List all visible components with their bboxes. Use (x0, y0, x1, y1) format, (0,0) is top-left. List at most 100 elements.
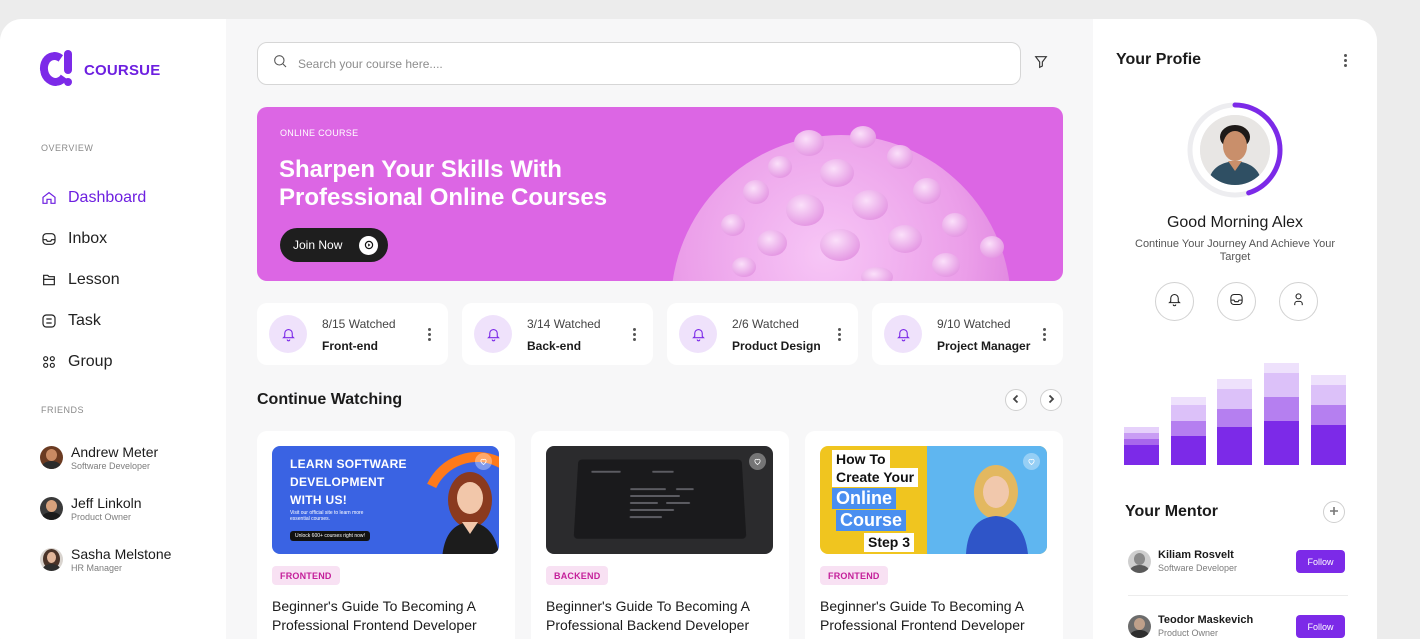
course-list: LEARN SOFTWARE DEVELOPMENT WITH US! Visi… (257, 431, 1063, 639)
profile-actions (1155, 282, 1318, 321)
avatar (1200, 115, 1270, 185)
plus-icon (1329, 503, 1339, 521)
sidebar-item-lesson[interactable]: Lesson (40, 259, 146, 300)
play-icon (359, 235, 379, 255)
bell-icon (1167, 292, 1182, 312)
bell-icon (474, 315, 512, 353)
sidebar-item-group[interactable]: Group (40, 341, 146, 382)
thumbnail-headline: Create Your (832, 468, 919, 487)
sidebar-item-dashboard[interactable]: Dashboard (40, 177, 146, 218)
progress-cards: 8/15 Watched Front-end 3/14 Watched Back… (257, 303, 1063, 365)
course-category: Front-end (322, 339, 378, 353)
account-button[interactable] (1279, 282, 1318, 321)
sidebar-item-task[interactable]: Task (40, 300, 146, 341)
activity-chart (1124, 363, 1346, 465)
friend-role: Product Owner (71, 511, 132, 522)
bell-icon (269, 315, 307, 353)
overview-label: OVERVIEW (41, 143, 94, 153)
course-tag: FRONTEND (820, 566, 888, 585)
bar-5 (1311, 375, 1346, 465)
progress-card-frontend[interactable]: 8/15 Watched Front-end (257, 303, 448, 365)
progress-card-backend[interactable]: 3/14 Watched Back-end (462, 303, 653, 365)
watched-count: 8/15 Watched (322, 317, 396, 331)
course-category: Project Manager (937, 339, 1031, 353)
follow-button[interactable]: Follow (1296, 615, 1345, 638)
avatar (40, 548, 63, 571)
friend-name: Sasha Melstone (71, 545, 172, 562)
join-now-button[interactable]: Join Now (280, 228, 389, 262)
favorite-button[interactable] (749, 453, 766, 470)
heart-icon (753, 453, 762, 471)
mentor-item: Kiliam Rosvelt Software Developer Follow (1128, 541, 1348, 581)
next-button[interactable] (1040, 389, 1062, 411)
watched-count: 9/10 Watched (937, 317, 1011, 331)
filter-button[interactable] (1031, 54, 1051, 74)
search-input[interactable] (298, 56, 978, 71)
join-now-label: Join Now (293, 238, 343, 252)
more-icon[interactable] (424, 325, 434, 343)
watched-count: 2/6 Watched (732, 317, 799, 331)
course-thumbnail (546, 446, 773, 554)
more-icon[interactable] (1340, 51, 1350, 69)
group-icon (40, 353, 57, 370)
profile-panel: Your Profie Good Morning Alex Continue Y… (1093, 19, 1377, 639)
heart-icon (1027, 453, 1036, 471)
profile-title: Your Profie (1116, 51, 1202, 68)
friend-name: Andrew Meter (71, 443, 159, 460)
more-icon[interactable] (629, 325, 639, 343)
sidebar-item-label: Inbox (68, 229, 108, 247)
banner-title: Sharpen Your Skills With Professional On… (279, 156, 608, 211)
messages-button[interactable] (1217, 282, 1256, 321)
thumbnail-headline: Step 3 (864, 533, 915, 552)
sidebar-item-label: Group (68, 352, 113, 370)
promo-banner: ONLINE COURSE Sharpen Your Skills With P… (257, 107, 1063, 281)
thumbnail-headline: Course (836, 510, 907, 531)
sidebar-item-label: Lesson (68, 270, 120, 288)
bar-2 (1171, 397, 1206, 465)
course-card[interactable]: LEARN SOFTWARE DEVELOPMENT WITH US! Visi… (257, 431, 515, 639)
brand-name: COURSUE (84, 61, 161, 79)
sidebar-item-inbox[interactable]: Inbox (40, 218, 146, 259)
search-bar (257, 42, 1021, 85)
progress-card-project-manager[interactable]: 9/10 Watched Project Manager (872, 303, 1063, 365)
friends-list: Andrew Meter Software Developer Jeff Lin… (40, 432, 171, 585)
app-window: COURSUE OVERVIEW Dashboard Inbox Lesson … (0, 19, 1377, 639)
user-icon (1291, 292, 1306, 312)
friend-name: Jeff Linkoln (71, 494, 142, 511)
continue-watching-title: Continue Watching (257, 391, 403, 408)
thumbnail-pill: Unlock 600+ courses right now! (290, 531, 370, 541)
friend-item[interactable]: Jeff Linkoln Product Owner (40, 483, 171, 534)
avatar (1128, 614, 1151, 638)
home-icon (40, 189, 57, 206)
progress-card-product-design[interactable]: 2/6 Watched Product Design (667, 303, 858, 365)
friend-item[interactable]: Sasha Melstone HR Manager (40, 534, 171, 585)
course-category: Back-end (527, 339, 582, 353)
more-icon[interactable] (834, 325, 844, 343)
course-card[interactable]: How To Create Your Online Course Step 3 … (805, 431, 1063, 639)
mentor-name: Kiliam Rosvelt (1158, 549, 1234, 561)
favorite-button[interactable] (475, 453, 492, 470)
banner-eyebrow: ONLINE COURSE (280, 128, 359, 138)
friend-item[interactable]: Andrew Meter Software Developer (40, 432, 171, 483)
bell-icon (884, 315, 922, 353)
course-card[interactable]: BACKEND Beginner's Guide To Becoming A P… (531, 431, 789, 639)
inbox-icon (1229, 292, 1244, 312)
inbox-icon (40, 230, 57, 247)
favorite-button[interactable] (1023, 453, 1040, 470)
greeting: Good Morning Alex (1166, 214, 1304, 231)
prev-button[interactable] (1005, 389, 1027, 411)
add-mentor-button[interactable] (1323, 501, 1345, 523)
sidebar: COURSUE OVERVIEW Dashboard Inbox Lesson … (0, 19, 226, 639)
notifications-button[interactable] (1155, 282, 1194, 321)
divider (1128, 595, 1348, 596)
logo[interactable]: COURSUE (37, 49, 161, 90)
code-screen-image (573, 459, 747, 539)
instructor-photo (442, 472, 499, 554)
thumbnail-headline: Online (832, 488, 897, 509)
filter-icon (1033, 54, 1049, 75)
follow-button[interactable]: Follow (1296, 550, 1345, 573)
bar-3 (1217, 379, 1252, 465)
more-icon[interactable] (1039, 325, 1049, 343)
profile-avatar[interactable] (1187, 102, 1283, 198)
course-tag: FRONTEND (272, 566, 340, 585)
